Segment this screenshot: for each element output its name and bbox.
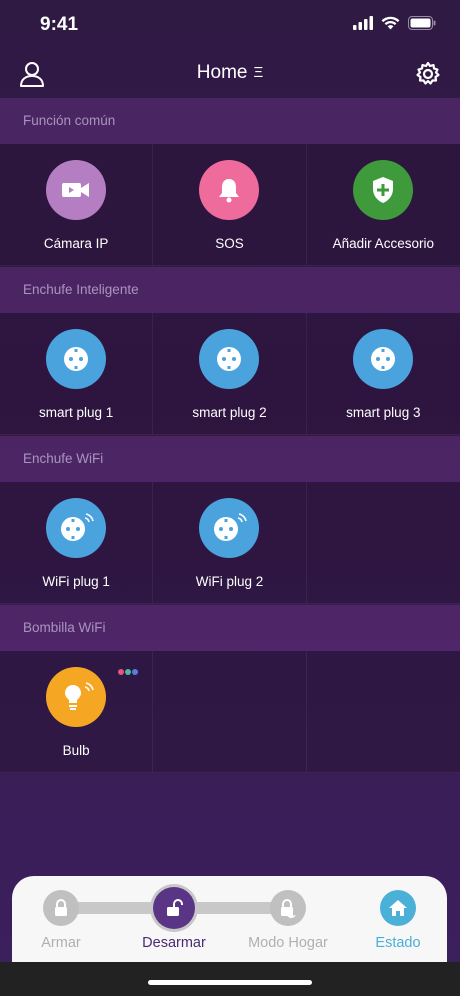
wifi-icon: [381, 16, 400, 30]
socket-icon: [353, 329, 414, 389]
device-grid-bombilla-wifi: Bulb: [0, 651, 460, 773]
device-label: Cámara IP: [43, 236, 109, 251]
device-tile-wifi-plug-1[interactable]: WiFi plug 1: [0, 482, 154, 604]
device-label: WiFi plug 1: [42, 574, 110, 589]
menu-icon[interactable]: Ξ: [253, 64, 263, 81]
section-header-funcion-comun: Función común: [0, 98, 460, 144]
device-grid-enchufe-wifi: WiFi plug 1 WiFi plug 2: [0, 482, 460, 604]
camera-icon: [46, 160, 107, 220]
lock-icon: [43, 890, 79, 926]
mode-label: Armar: [41, 935, 81, 951]
battery-icon: [408, 16, 436, 30]
shield-plus-icon: [353, 160, 414, 220]
device-tile-smart-plug-3[interactable]: smart plug 3: [306, 313, 460, 435]
device-tile-bulb[interactable]: Bulb: [0, 651, 154, 773]
status-icons: [353, 16, 436, 30]
mode-label: Estado: [375, 935, 421, 951]
signal-icon: [353, 16, 373, 30]
empty-tile: [306, 651, 460, 773]
mode-armar[interactable]: Armar: [6, 876, 116, 962]
home-lock-icon: [270, 890, 306, 926]
device-label: Añadir Accesorio: [332, 236, 434, 251]
section-header-bombilla-wifi: Bombilla WiFi: [0, 605, 460, 651]
device-grid-funcion-comun: Cámara IP SOS Añadir Accesorio: [0, 144, 460, 266]
device-tile-wifi-plug-2[interactable]: WiFi plug 2: [153, 482, 307, 604]
house-icon: [380, 890, 416, 926]
mode-estado[interactable]: Estado: [343, 876, 453, 962]
mode-modo-hogar[interactable]: Modo Hogar: [233, 876, 343, 962]
device-label: smart plug 3: [346, 405, 421, 420]
status-time: 9:41: [40, 14, 79, 35]
wifi-socket-icon: [46, 498, 107, 558]
status-bar: 9:41: [0, 0, 460, 50]
section-header-enchufe-inteligente: Enchufe Inteligente: [0, 267, 460, 313]
mode-desarmar[interactable]: Desarmar: [119, 876, 229, 962]
device-tile-smart-plug-2[interactable]: smart plug 2: [153, 313, 307, 435]
mode-panel: Armar Desarmar Modo Hogar Estado: [12, 876, 447, 962]
socket-icon: [199, 329, 260, 389]
device-label: WiFi plug 2: [195, 574, 264, 589]
bottom-safe-area: [0, 962, 460, 996]
bell-icon: [199, 160, 260, 220]
empty-tile: [153, 651, 307, 773]
gear-icon[interactable]: [414, 60, 442, 88]
device-label: Bulb: [62, 743, 90, 758]
empty-tile: [306, 482, 460, 604]
app-header: Home Ξ: [0, 50, 460, 98]
device-label: SOS: [215, 236, 244, 251]
device-tile-camara-ip[interactable]: Cámara IP: [0, 144, 154, 266]
device-tile-smart-plug-1[interactable]: smart plug 1: [0, 313, 154, 435]
page-title-text: Home: [196, 62, 248, 83]
unlock-icon: [153, 887, 195, 929]
socket-icon: [46, 329, 107, 389]
mode-label: Modo Hogar: [248, 935, 328, 951]
device-tile-sos[interactable]: SOS: [153, 144, 307, 266]
color-dots-icon: [118, 669, 139, 675]
section-header-enchufe-wifi: Enchufe WiFi: [0, 436, 460, 482]
device-label: smart plug 1: [39, 405, 114, 420]
bulb-icon: [46, 667, 107, 727]
home-indicator[interactable]: [148, 980, 312, 985]
page-title[interactable]: Home Ξ: [0, 62, 460, 84]
mode-label: Desarmar: [142, 935, 206, 951]
device-label: smart plug 2: [192, 405, 267, 420]
wifi-socket-icon: [199, 498, 260, 558]
device-tile-anadir-accesorio[interactable]: Añadir Accesorio: [306, 144, 460, 266]
device-grid-enchufe-inteligente: smart plug 1 smart plug 2 smart plug 3: [0, 313, 460, 435]
